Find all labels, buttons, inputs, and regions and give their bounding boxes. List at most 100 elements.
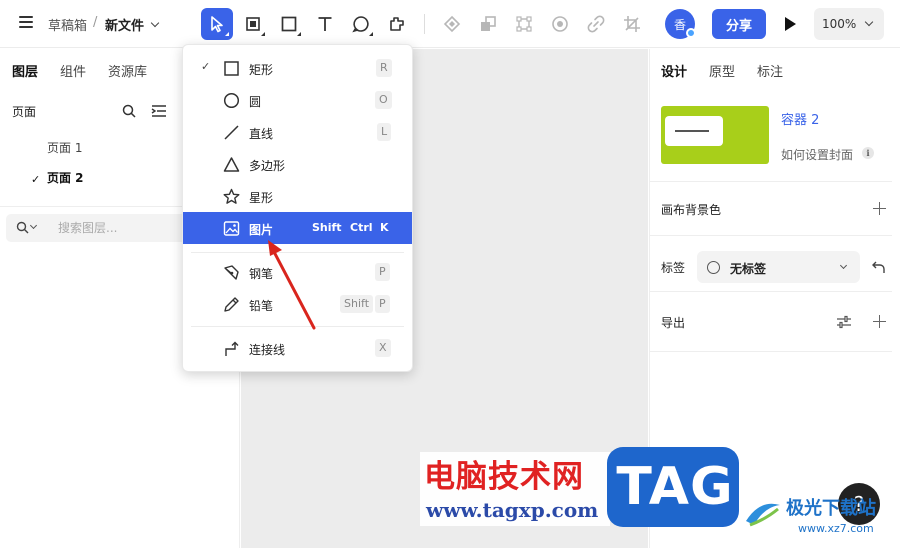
diamond-icon — [443, 15, 461, 33]
breadcrumb-drafts[interactable]: 草稿箱 — [48, 15, 87, 34]
crop-tool-button[interactable] — [616, 8, 648, 40]
star-icon — [223, 188, 240, 204]
frame-tool-button[interactable] — [237, 8, 269, 40]
image-icon — [223, 221, 240, 236]
settings-sliders-icon[interactable] — [836, 315, 852, 329]
watermark-right-url: www.xz7.com — [798, 522, 874, 535]
shortcut-key: O — [375, 91, 392, 109]
rectangle-tool-button[interactable] — [273, 8, 305, 40]
divider — [650, 235, 892, 236]
component-tool-button[interactable] — [381, 8, 413, 40]
page-item[interactable]: 页面 1 — [47, 139, 82, 156]
line-icon — [224, 125, 239, 140]
menu-item-label: 直线 — [249, 127, 274, 141]
shortcut-key: Shift — [312, 221, 342, 234]
breadcrumb-separator: / — [93, 15, 98, 30]
share-button[interactable]: 分享 — [712, 9, 766, 39]
tag-select[interactable]: 无标签 — [697, 251, 860, 283]
text-tool-button[interactable] — [309, 8, 341, 40]
link-icon — [587, 15, 605, 33]
select-tool-button[interactable] — [201, 8, 233, 40]
pen-icon — [224, 265, 239, 280]
rectangle-icon — [224, 61, 239, 76]
cursor-icon — [211, 16, 223, 33]
undo-icon[interactable] — [872, 260, 886, 274]
watermark-site-url: www.tagxp.com — [426, 498, 599, 522]
bounds-icon — [516, 16, 532, 32]
tab-layers[interactable]: 图层 — [12, 61, 38, 80]
shortcut-key: L — [377, 123, 392, 141]
divider — [650, 291, 892, 292]
tab-annotation[interactable]: 标注 — [757, 61, 783, 80]
check-icon: ✓ — [201, 60, 211, 73]
menu-item-label: 矩形 — [249, 63, 274, 77]
add-icon[interactable] — [873, 202, 886, 215]
circle-icon — [223, 92, 240, 109]
toolbar-divider — [424, 14, 425, 34]
crop-icon — [624, 16, 640, 32]
watermark-logo-icon — [746, 503, 780, 527]
circle-icon — [707, 261, 720, 274]
menu-item-connector[interactable]: 连接线 X — [183, 332, 412, 364]
rectangle-icon — [281, 16, 297, 32]
tab-components[interactable]: 组件 — [60, 61, 86, 80]
search-icon — [16, 221, 29, 234]
menu-item-label: 多边形 — [249, 159, 286, 173]
connector-icon — [225, 341, 239, 356]
add-icon[interactable] — [873, 315, 886, 328]
menu-item-rectangle[interactable]: ✓ 矩形 R — [183, 52, 412, 84]
file-name[interactable]: 新文件 — [105, 15, 144, 34]
watermark-tag-text: TAG — [616, 457, 734, 517]
tab-library[interactable]: 资源库 — [108, 61, 147, 80]
menu-icon[interactable] — [19, 16, 33, 30]
shortcut-key: P — [375, 295, 390, 313]
search-icon[interactable] — [122, 104, 136, 118]
shortcut-key: R — [376, 59, 392, 77]
menu-item-polygon[interactable]: 多边形 — [183, 148, 412, 180]
shortcut-key: K — [380, 221, 389, 234]
boolean-tool-button[interactable] — [436, 8, 468, 40]
canvas-bg-label: 画布背景色 — [661, 203, 722, 217]
container-thumbnail[interactable] — [661, 106, 769, 164]
tab-prototype[interactable]: 原型 — [709, 61, 735, 80]
zoom-dropdown[interactable]: 100% — [814, 8, 884, 40]
tab-design[interactable]: 设计 — [661, 61, 687, 80]
menu-item-label: 连接线 — [249, 343, 286, 357]
menu-item-label: 圆 — [249, 95, 262, 109]
chevron-down-icon — [864, 17, 874, 27]
zoom-level: 100% — [822, 17, 857, 31]
page-item-current[interactable]: 页面 2 — [47, 169, 84, 186]
container-name[interactable]: 容器 2 — [781, 109, 819, 128]
check-icon: ✓ — [31, 173, 41, 186]
online-status-dot — [686, 28, 696, 38]
export-label: 导出 — [661, 316, 686, 330]
menu-item-star[interactable]: 星形 — [183, 180, 412, 212]
menu-item-label: 星形 — [249, 191, 274, 205]
annotation-arrow-icon — [268, 240, 316, 330]
shortcut-key: P — [375, 263, 390, 281]
shortcut-key: Ctrl — [350, 221, 373, 234]
chevron-down-icon[interactable] — [29, 221, 38, 230]
bounds-tool-button[interactable] — [508, 8, 540, 40]
shortcut-key: Shift — [340, 295, 374, 313]
tag-label: 标签 — [661, 261, 686, 275]
text-icon — [318, 17, 332, 31]
comment-tool-button[interactable] — [345, 8, 377, 40]
mask-tool-button[interactable] — [472, 8, 504, 40]
link-tool-button[interactable] — [580, 8, 612, 40]
chevron-down-icon[interactable] — [150, 18, 160, 28]
play-icon[interactable] — [785, 17, 796, 31]
blur-tool-button[interactable] — [544, 8, 576, 40]
pencil-icon — [224, 297, 239, 312]
cover-help-link[interactable]: 如何设置封面 — [781, 146, 853, 163]
divider — [650, 351, 892, 352]
thumbnail-card — [665, 116, 723, 146]
top-toolbar: 草稿箱 / 新文件 香 分享 100% — [0, 0, 900, 48]
menu-item-line[interactable]: 直线 L — [183, 116, 412, 148]
menu-item-circle[interactable]: 圆 O — [183, 84, 412, 116]
divider — [650, 181, 892, 182]
info-icon[interactable]: i — [862, 147, 874, 159]
triangle-icon — [223, 157, 240, 172]
watermark-site-name: 电脑技术网 — [424, 459, 584, 495]
add-page-icon[interactable] — [151, 104, 167, 118]
